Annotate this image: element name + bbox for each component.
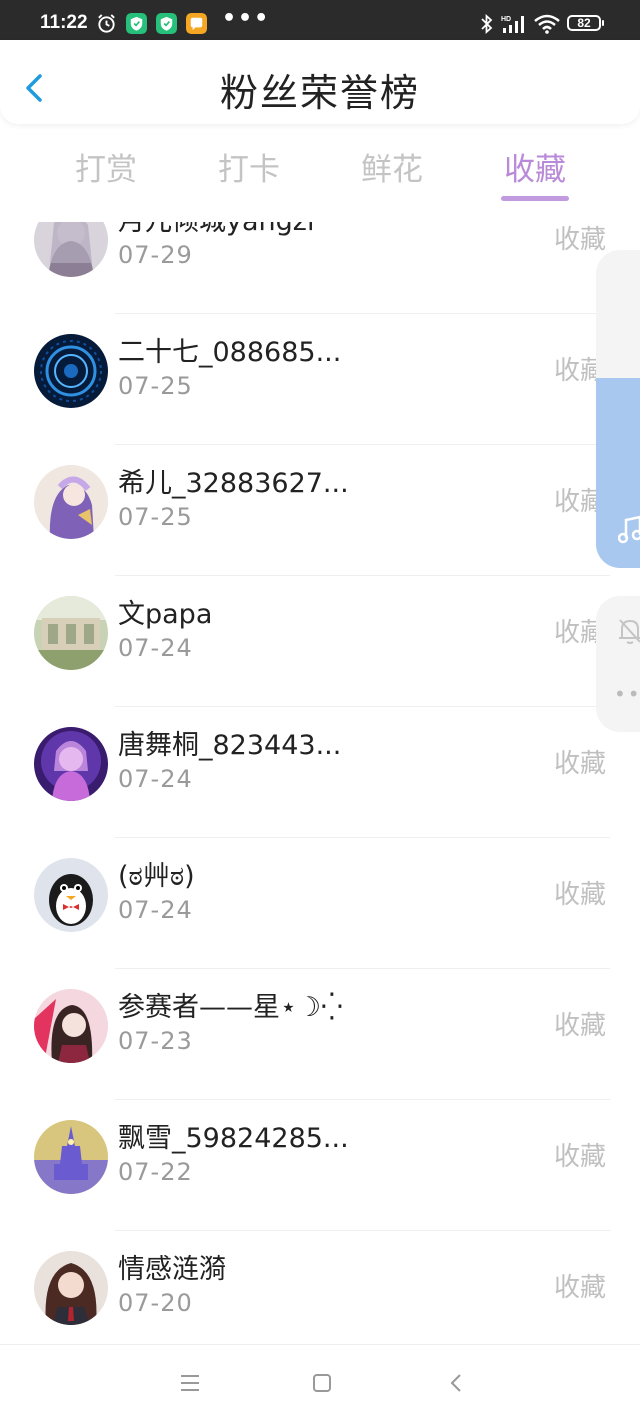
user-name: 参赛者——星⋆☽⁛ <box>118 992 343 1023</box>
message-app-icon <box>186 13 207 34</box>
shield-app-icon-2 <box>156 13 177 34</box>
avatar <box>34 727 108 801</box>
list-item[interactable]: (ಠ艸ಠ) 07-24 收藏 <box>0 838 640 969</box>
floating-notify-widget[interactable]: ••• <box>596 596 640 732</box>
back-triangle-icon[interactable] <box>444 1371 468 1395</box>
tab-reward[interactable]: 打赏 <box>46 144 166 189</box>
list-item[interactable]: 唐舞桐_823443... 07-24 收藏 <box>0 707 640 838</box>
header: 粉丝荣誉榜 <box>0 40 640 124</box>
user-name: 月兀倾城yangzi <box>118 222 314 238</box>
more-dots-icon[interactable]: ••• <box>614 682 640 706</box>
user-name: (ಠ艸ಠ) <box>118 861 195 892</box>
tab-active-indicator <box>501 196 569 201</box>
action-label: 收藏 <box>553 1273 606 1303</box>
date: 07-24 <box>118 896 193 924</box>
signal-icon: HD <box>501 16 524 33</box>
avatar <box>34 989 108 1063</box>
avatar <box>34 465 108 539</box>
date: 07-20 <box>118 1289 193 1317</box>
action-label: 收藏 <box>553 225 606 255</box>
date: 07-23 <box>118 1027 193 1055</box>
date: 07-22 <box>118 1158 193 1186</box>
list-item[interactable]: 希儿_32883627... 07-25 收藏 <box>0 445 640 576</box>
status-time: 11:22 <box>40 12 88 33</box>
tab-checkin[interactable]: 打卡 <box>189 144 309 189</box>
bell-off-icon[interactable] <box>616 616 640 646</box>
list-item[interactable]: 二十七_088685... 07-25 收藏 <box>0 314 640 445</box>
floating-music-widget[interactable] <box>596 250 640 568</box>
user-name: 希儿_32883627... <box>118 468 349 499</box>
avatar <box>34 1251 108 1325</box>
date: 07-25 <box>118 503 193 531</box>
shield-app-icon <box>126 13 147 34</box>
user-name: 文papa <box>118 599 213 630</box>
alarm-icon <box>98 14 115 33</box>
wifi-icon <box>534 14 560 34</box>
list-item[interactable]: 月兀倾城yangzi 07-29 收藏 <box>0 222 640 314</box>
action-label: 收藏 <box>553 880 606 910</box>
list-item[interactable]: 文papa 07-24 收藏 <box>0 576 640 707</box>
avatar <box>34 222 108 277</box>
menu-icon[interactable] <box>178 1371 202 1395</box>
tab-flowers[interactable]: 鲜花 <box>332 144 452 189</box>
date: 07-24 <box>118 634 193 662</box>
user-name: 二十七_088685... <box>118 337 342 368</box>
action-label: 收藏 <box>553 749 606 779</box>
avatar <box>34 334 108 408</box>
home-square-icon[interactable] <box>310 1371 334 1395</box>
avatar <box>34 596 108 670</box>
tab-bar: 打赏 打卡 鲜花 收藏 <box>0 136 640 208</box>
fan-list: 月兀倾城yangzi 07-29 收藏 二十七_088685... 07-25 … <box>0 222 640 1342</box>
battery-indicator: 82 <box>567 15 604 31</box>
date: 07-25 <box>118 372 193 400</box>
list-item[interactable]: 情感涟漪 07-20 收藏 <box>0 1231 640 1342</box>
tab-favorites[interactable]: 收藏 <box>475 144 595 189</box>
date: 07-29 <box>118 241 193 269</box>
list-item[interactable]: 参赛者——星⋆☽⁛ 07-23 收藏 <box>0 969 640 1100</box>
avatar <box>34 1120 108 1194</box>
system-nav-bar <box>0 1344 640 1423</box>
user-name: 飘雪_59824285... <box>118 1123 349 1154</box>
music-note-icon[interactable] <box>618 514 640 544</box>
svg-text:HD: HD <box>501 16 511 23</box>
action-label: 收藏 <box>553 1142 606 1172</box>
user-name: 情感涟漪 <box>118 1254 226 1285</box>
date: 07-24 <box>118 765 193 793</box>
more-notifications-icon: ••• <box>222 6 271 31</box>
action-label: 收藏 <box>553 1011 606 1041</box>
user-name: 唐舞桐_823443... <box>118 730 342 761</box>
bluetooth-icon <box>481 13 493 35</box>
list-item[interactable]: 飘雪_59824285... 07-22 收藏 <box>0 1100 640 1231</box>
page-title: 粉丝荣誉榜 <box>219 71 420 115</box>
avatar <box>34 858 108 932</box>
